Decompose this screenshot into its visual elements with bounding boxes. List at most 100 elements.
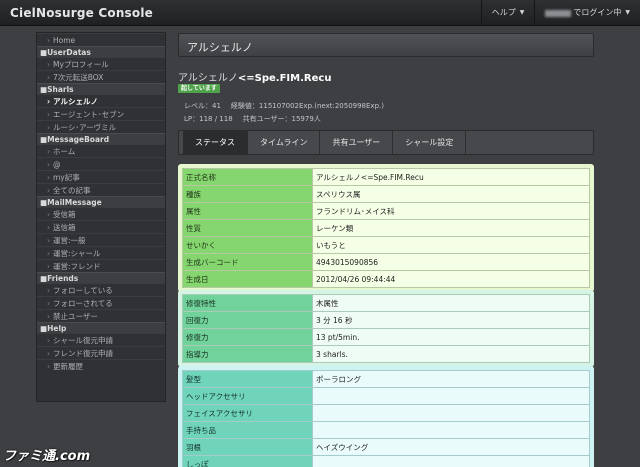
shared-users-text: 共有ユーザー：15979人 <box>242 115 321 123</box>
sidebar-item[interactable]: › 禁止ユーザー <box>37 309 165 322</box>
stats-line-1: レベル：41 経験値：115107002Exp.(next:2050998Exp.… <box>184 101 384 111</box>
chevron-right-icon: › <box>47 349 50 358</box>
row-key: 羽根 <box>182 438 313 456</box>
help-menu[interactable]: ヘルプ ▼ <box>480 0 535 26</box>
sidebar-section-header: ■UserDatas <box>37 46 165 57</box>
exp-text: 経験値：115107002Exp.(next:2050998Exp.) <box>230 102 384 110</box>
chevron-right-icon: › <box>47 186 50 195</box>
sidebar-item[interactable]: › @ <box>37 157 165 170</box>
row-key: 指導力 <box>182 345 313 363</box>
row-value: フランドリム･メイス科 <box>312 202 590 220</box>
table-row: 修復特性 木属性 <box>182 294 590 312</box>
sidebar-item-label: ルーシ･アーヴミル <box>53 123 117 132</box>
row-key: 修復力 <box>182 328 313 346</box>
sidebar-item[interactable]: › 7次元転送BOX <box>37 70 165 83</box>
chevron-right-icon: › <box>47 73 50 82</box>
sidebar-item[interactable]: › エージェント･セブン <box>37 107 165 120</box>
chevron-right-icon: › <box>47 147 50 156</box>
sidebar-section-header: ■Help <box>37 322 165 333</box>
tab-2[interactable]: 共有ユーザー <box>320 131 394 154</box>
row-key: 正式名称 <box>182 168 313 186</box>
table-row: 正式名称 アルシェルノ<=Spe.FIM.Recu <box>182 168 590 186</box>
sidebar-item[interactable]: › 全ての記事 <box>37 183 165 196</box>
status-badge: 起しています <box>178 84 220 93</box>
row-value <box>312 421 590 439</box>
table-row: 回復力 3 分 16 秒 <box>182 311 590 329</box>
page-title: アルシェルノ <box>187 41 253 54</box>
sidebar-item-label: シャール復元申請 <box>53 336 113 345</box>
row-value: 3 sharls. <box>312 345 590 363</box>
chevron-right-icon: › <box>47 262 50 271</box>
sidebar-section-header: ■Sharls <box>37 83 165 94</box>
sidebar-item[interactable]: › Home <box>37 33 165 46</box>
table-row: 生成日 2012/04/26 09:44:44 <box>182 270 590 288</box>
nav-right: ヘルプ ▼ でログイン中 ▼ <box>480 0 640 26</box>
sidebar-item[interactable]: › my記事 <box>37 170 165 183</box>
row-key: 性質 <box>182 219 313 237</box>
sidebar-section-header: ■MessageBoard <box>37 133 165 144</box>
table-row: 生成バーコード 4943015090856 <box>182 253 590 271</box>
tab-3[interactable]: シャール設定 <box>393 131 467 154</box>
sidebar-item[interactable]: › 受信箱 <box>37 207 165 220</box>
level-text: レベル：41 <box>184 102 221 110</box>
row-key: 修復特性 <box>182 294 313 312</box>
sidebar-item[interactable]: › ホーム <box>37 144 165 157</box>
row-value: 木属性 <box>312 294 590 312</box>
row-key: 属性 <box>182 202 313 220</box>
row-value <box>312 455 590 467</box>
sidebar-item[interactable]: › アルシェルノ <box>37 94 165 107</box>
chevron-down-icon: ▼ <box>625 9 630 16</box>
chevron-right-icon: › <box>47 60 50 69</box>
table-row: 性質 レーケン類 <box>182 219 590 237</box>
chevron-down-icon: ▼ <box>519 9 525 16</box>
sidebar-item[interactable]: › 運営:フレンド <box>37 259 165 272</box>
row-key: せいかく <box>182 236 313 254</box>
sidebar-item[interactable]: › 送信箱 <box>37 220 165 233</box>
sidebar-item[interactable]: › フォローしている <box>37 283 165 296</box>
sidebar-item[interactable]: › 更新履歴 <box>37 359 165 372</box>
sidebar-item[interactable]: › 運営:シャール <box>37 246 165 259</box>
chevron-right-icon: › <box>47 362 50 371</box>
row-value: ポーラロング <box>312 370 590 388</box>
sidebar-item[interactable]: › 運営:一般 <box>37 233 165 246</box>
sidebar-item-label: 更新履歴 <box>53 362 83 371</box>
ability-table: 修復特性 木属性 回復力 3 分 16 秒修復力 13 pt/5min. 指導力 3 sha… <box>182 294 590 363</box>
sharl-full-name: アルシェルノ<=Spe.FIM.Recu <box>178 69 331 84</box>
sidebar-item[interactable]: › フレンド復元申請 <box>37 346 165 359</box>
top-navbar: CielNosurge Console ヘルプ ▼ でログイン中 ▼ <box>0 0 640 26</box>
sidebar-item-label: 受信箱 <box>53 210 76 219</box>
row-value: レーケン類 <box>312 219 590 237</box>
tab-0[interactable]: ステータス <box>183 131 248 154</box>
stats-line-2: LP：118 / 118 共有ユーザー：15979人 <box>184 114 321 124</box>
sidebar-item[interactable]: › フォローされてる <box>37 296 165 309</box>
row-key: 種族 <box>182 185 313 203</box>
sidebar-item[interactable]: › Myプロフィール <box>37 57 165 70</box>
app-brand[interactable]: CielNosurge Console <box>10 6 153 20</box>
sidebar-item-label: my記事 <box>53 173 80 182</box>
row-value: スペリウス属 <box>312 185 590 203</box>
chevron-right-icon: › <box>47 97 51 106</box>
sidebar-section-header: ■Friends <box>37 272 165 283</box>
table-row: 羽根 ヘイズウイング <box>182 438 590 456</box>
login-label: でログイン中 <box>573 8 622 17</box>
row-key: しっぽ <box>182 455 313 467</box>
chevron-right-icon: › <box>47 210 50 219</box>
sidebar-item-label: @ <box>53 160 61 169</box>
lp-text: LP：118 / 118 <box>184 115 233 123</box>
sidebar-item-label: 禁止ユーザー <box>53 312 98 321</box>
sidebar-item[interactable]: › シャール復元申請 <box>37 333 165 346</box>
sidebar-item-label: フォローされてる <box>53 299 113 308</box>
sidebar-item-label: 7次元転送BOX <box>53 73 104 82</box>
row-value: いもうと <box>312 236 590 254</box>
tab-1[interactable]: タイムライン <box>248 131 321 154</box>
chevron-right-icon: › <box>47 173 50 182</box>
table-row: 髪型 ポーラロング <box>182 370 590 388</box>
sidebar-item[interactable]: › ルーシ･アーヴミル <box>37 120 165 133</box>
user-menu[interactable]: でログイン中 ▼ <box>534 0 640 26</box>
row-key: 手持ち品 <box>182 421 313 439</box>
watermark-logo: ファミ通.com <box>3 449 91 464</box>
sharl-name-prefix: アルシェルノ <box>178 73 238 84</box>
sidebar-item-label: 運営:シャール <box>53 249 101 258</box>
row-key: ヘッドアクセサリ <box>182 387 313 405</box>
sidebar-item-label: エージェント･セブン <box>53 110 125 119</box>
